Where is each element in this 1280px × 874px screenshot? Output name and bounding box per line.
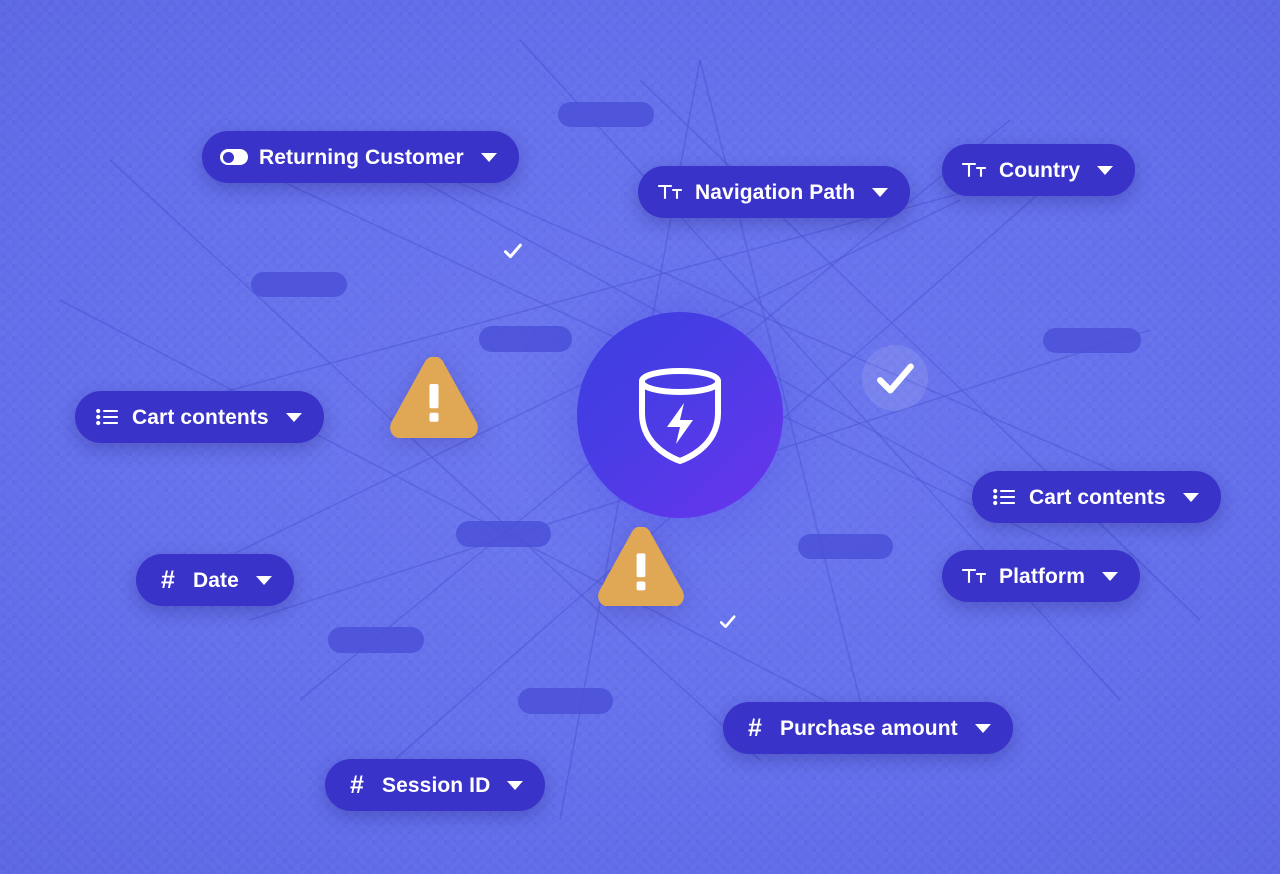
number-hash-icon: #	[161, 565, 175, 594]
warning-triangle-icon[interactable]	[389, 356, 479, 443]
placeholder-blob	[558, 102, 654, 127]
field-pill-navigation-path[interactable]: Navigation Path	[638, 166, 911, 218]
placeholder-blob	[328, 627, 424, 653]
field-pill-label: Cart contents	[1029, 485, 1166, 509]
check-glyph	[720, 615, 736, 629]
number-hash-icon: #	[350, 770, 364, 799]
list-icon	[95, 405, 119, 429]
list-icon	[992, 485, 1016, 509]
field-pill-label: Platform	[999, 564, 1085, 588]
field-pill-returning-customer[interactable]: Returning Customer	[202, 131, 519, 183]
field-pill-platform[interactable]: Platform	[942, 550, 1140, 602]
field-pill-country[interactable]: Country	[942, 144, 1136, 196]
chevron-down-icon[interactable]	[1181, 487, 1201, 507]
check-icon[interactable]	[714, 608, 742, 636]
network-diagram-canvas: Returning Customer Navigation Path Country…	[0, 0, 1280, 874]
chevron-down-icon[interactable]	[973, 718, 993, 738]
field-pill-label: Navigation Path	[695, 180, 856, 204]
chevron-down-icon[interactable]	[254, 570, 274, 590]
placeholder-blob	[518, 688, 613, 714]
number-hash-icon: #	[748, 713, 762, 742]
shield-bolt-icon	[639, 368, 721, 464]
field-pill-cart-contents-right[interactable]: Cart contents	[972, 471, 1221, 523]
field-pill-label: Returning Customer	[259, 145, 464, 169]
field-pill-cart-contents-left[interactable]: Cart contents	[75, 391, 324, 443]
connection-line	[59, 299, 901, 741]
check-icon[interactable]	[862, 345, 928, 411]
placeholder-blob	[479, 326, 572, 352]
field-pill-label: Purchase amount	[780, 716, 958, 740]
field-pill-label: Date	[193, 568, 239, 592]
chevron-down-icon[interactable]	[479, 147, 499, 167]
chevron-down-icon[interactable]	[505, 775, 525, 795]
field-pill-date[interactable]: # Date	[136, 554, 294, 606]
field-pill-purchase-amount[interactable]: # Purchase amount	[723, 702, 1013, 754]
chevron-down-icon[interactable]	[284, 407, 304, 427]
chevron-down-icon[interactable]	[1100, 566, 1120, 586]
chevron-down-icon[interactable]	[870, 182, 890, 202]
security-shield-badge[interactable]	[577, 312, 783, 518]
field-pill-label: Session ID	[382, 773, 491, 797]
placeholder-blob	[456, 521, 551, 547]
check-glyph	[504, 243, 522, 259]
warning-triangle-icon[interactable]	[597, 526, 685, 611]
toggle-icon	[220, 145, 248, 169]
chevron-down-icon[interactable]	[1095, 160, 1115, 180]
placeholder-blob	[1043, 328, 1141, 353]
text-type-icon	[962, 564, 986, 588]
field-pill-label: Cart contents	[132, 405, 269, 429]
check-glyph	[876, 363, 914, 393]
field-pill-session-id[interactable]: # Session ID	[325, 759, 546, 811]
check-icon[interactable]	[497, 235, 529, 267]
placeholder-blob	[251, 272, 347, 297]
text-type-icon	[962, 158, 986, 182]
placeholder-blob	[798, 534, 893, 559]
text-type-icon	[658, 180, 682, 204]
field-pill-label: Country	[999, 158, 1081, 182]
